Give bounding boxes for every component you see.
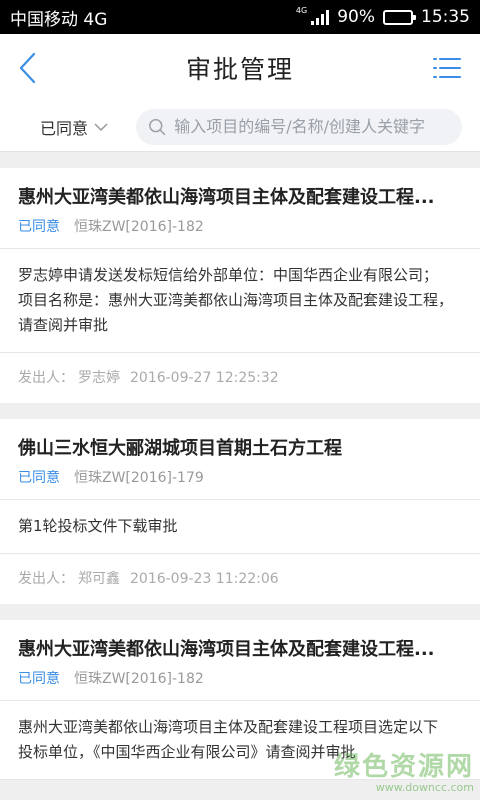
signal-icon (311, 9, 330, 25)
approval-card[interactable]: 惠州大亚湾美都依山海湾项目主体及配套建设工程... 已同意 恒珠ZW[2016]… (0, 168, 480, 403)
card-meta: 已同意 恒珠ZW[2016]-182 (18, 216, 462, 238)
page-title: 审批管理 (185, 55, 294, 84)
status-filter-value: 已同意 (40, 118, 89, 138)
card-body: 惠州大亚湾美都依山海湾项目主体及配套建设工程项目选定以下 投标单位，《中国华西企… (0, 701, 480, 780)
approval-card[interactable]: 佛山三水恒大郦湖城项目首期土石方工程 已同意 恒珠ZW[2016]-179 第1… (0, 419, 480, 604)
card-body-line: 第1轮投标文件下载审批 (18, 517, 178, 535)
clock: 15:35 (421, 7, 470, 27)
search-icon (149, 118, 166, 135)
battery-icon (383, 9, 416, 25)
carrier-label: 中国移动 4G (10, 9, 108, 30)
card-body-line: 罗志婷申请发送发标短信给外部单位：中国华西企业有限公司； (18, 266, 439, 284)
status-badge: 已同意 (18, 470, 60, 486)
card-body: 第1轮投标文件下载审批 (0, 500, 480, 554)
status-bar: 中国移动 4G 4G 90% 15:35 (0, 0, 480, 34)
card-footer: 发出人： 罗志婷 2016-09-27 12:25:32 (0, 353, 480, 403)
status-badge: 已同意 (18, 219, 60, 235)
filter-bar: 已同意 (0, 102, 480, 152)
chevron-down-icon (94, 122, 108, 131)
menu-button[interactable] (432, 53, 462, 83)
card-body: 罗志婷申请发送发标短信给外部单位：中国华西企业有限公司； 项目名称是：惠州大亚湾… (0, 249, 480, 353)
card-body-line: 投标单位，《中国华西企业有限公司》请查阅并审批 (18, 743, 356, 761)
card-title: 惠州大亚湾美都依山海湾项目主体及配套建设工程... (18, 639, 435, 660)
card-body-line: 惠州大亚湾美都依山海湾项目主体及配套建设工程项目选定以下 (18, 718, 439, 736)
card-meta: 已同意 恒珠ZW[2016]-179 (18, 467, 462, 489)
project-code: 恒珠ZW[2016]-179 (74, 470, 204, 486)
watermark-url: www.downcc.com (375, 781, 474, 794)
network-type-label: 4G (295, 6, 308, 15)
card-header: 惠州大亚湾美都依山海湾项目主体及配套建设工程... 已同意 恒珠ZW[2016]… (0, 168, 480, 249)
sent-time: 2016-09-27 12:25:32 (130, 370, 279, 386)
project-code: 恒珠ZW[2016]-182 (74, 219, 204, 235)
card-body-line: 项目名称是：惠州大亚湾美都依山海湾项目主体及配套建设工程， (18, 291, 454, 309)
card-title: 佛山三水恒大郦湖城项目首期土石方工程 (18, 438, 342, 459)
battery-percent: 90% (337, 7, 375, 27)
card-meta: 已同意 恒珠ZW[2016]-182 (18, 668, 462, 690)
approval-card[interactable]: 惠州大亚湾美都依山海湾项目主体及配套建设工程... 已同意 恒珠ZW[2016]… (0, 620, 480, 780)
sender-label: 发出人： (18, 571, 74, 587)
card-footer: 发出人： 郑可鑫 2016-09-23 11:22:06 (0, 554, 480, 604)
card-header: 惠州大亚湾美都依山海湾项目主体及配套建设工程... 已同意 恒珠ZW[2016]… (0, 620, 480, 701)
nav-bar: 审批管理 (0, 34, 480, 102)
search-input[interactable] (174, 117, 450, 136)
sender-name: 罗志婷 (78, 370, 120, 386)
status-filter-dropdown[interactable]: 已同意 (40, 115, 136, 139)
list-menu-icon (433, 58, 461, 78)
card-body-line: 请查阅并审批 (18, 316, 109, 334)
status-indicators: 4G 90% 15:35 (295, 6, 470, 28)
sent-time: 2016-09-23 11:22:06 (130, 571, 279, 587)
sender-label: 发出人： (18, 370, 74, 386)
back-button[interactable] (18, 48, 48, 88)
status-badge: 已同意 (18, 671, 60, 687)
search-box[interactable] (136, 108, 462, 145)
card-header: 佛山三水恒大郦湖城项目首期土石方工程 已同意 恒珠ZW[2016]-179 (0, 419, 480, 500)
chevron-left-icon (19, 52, 36, 84)
approval-list: 惠州大亚湾美都依山海湾项目主体及配套建设工程... 已同意 恒珠ZW[2016]… (0, 152, 480, 780)
sender-name: 郑可鑫 (78, 571, 120, 587)
project-code: 恒珠ZW[2016]-182 (74, 671, 204, 687)
card-title: 惠州大亚湾美都依山海湾项目主体及配套建设工程... (18, 187, 435, 208)
